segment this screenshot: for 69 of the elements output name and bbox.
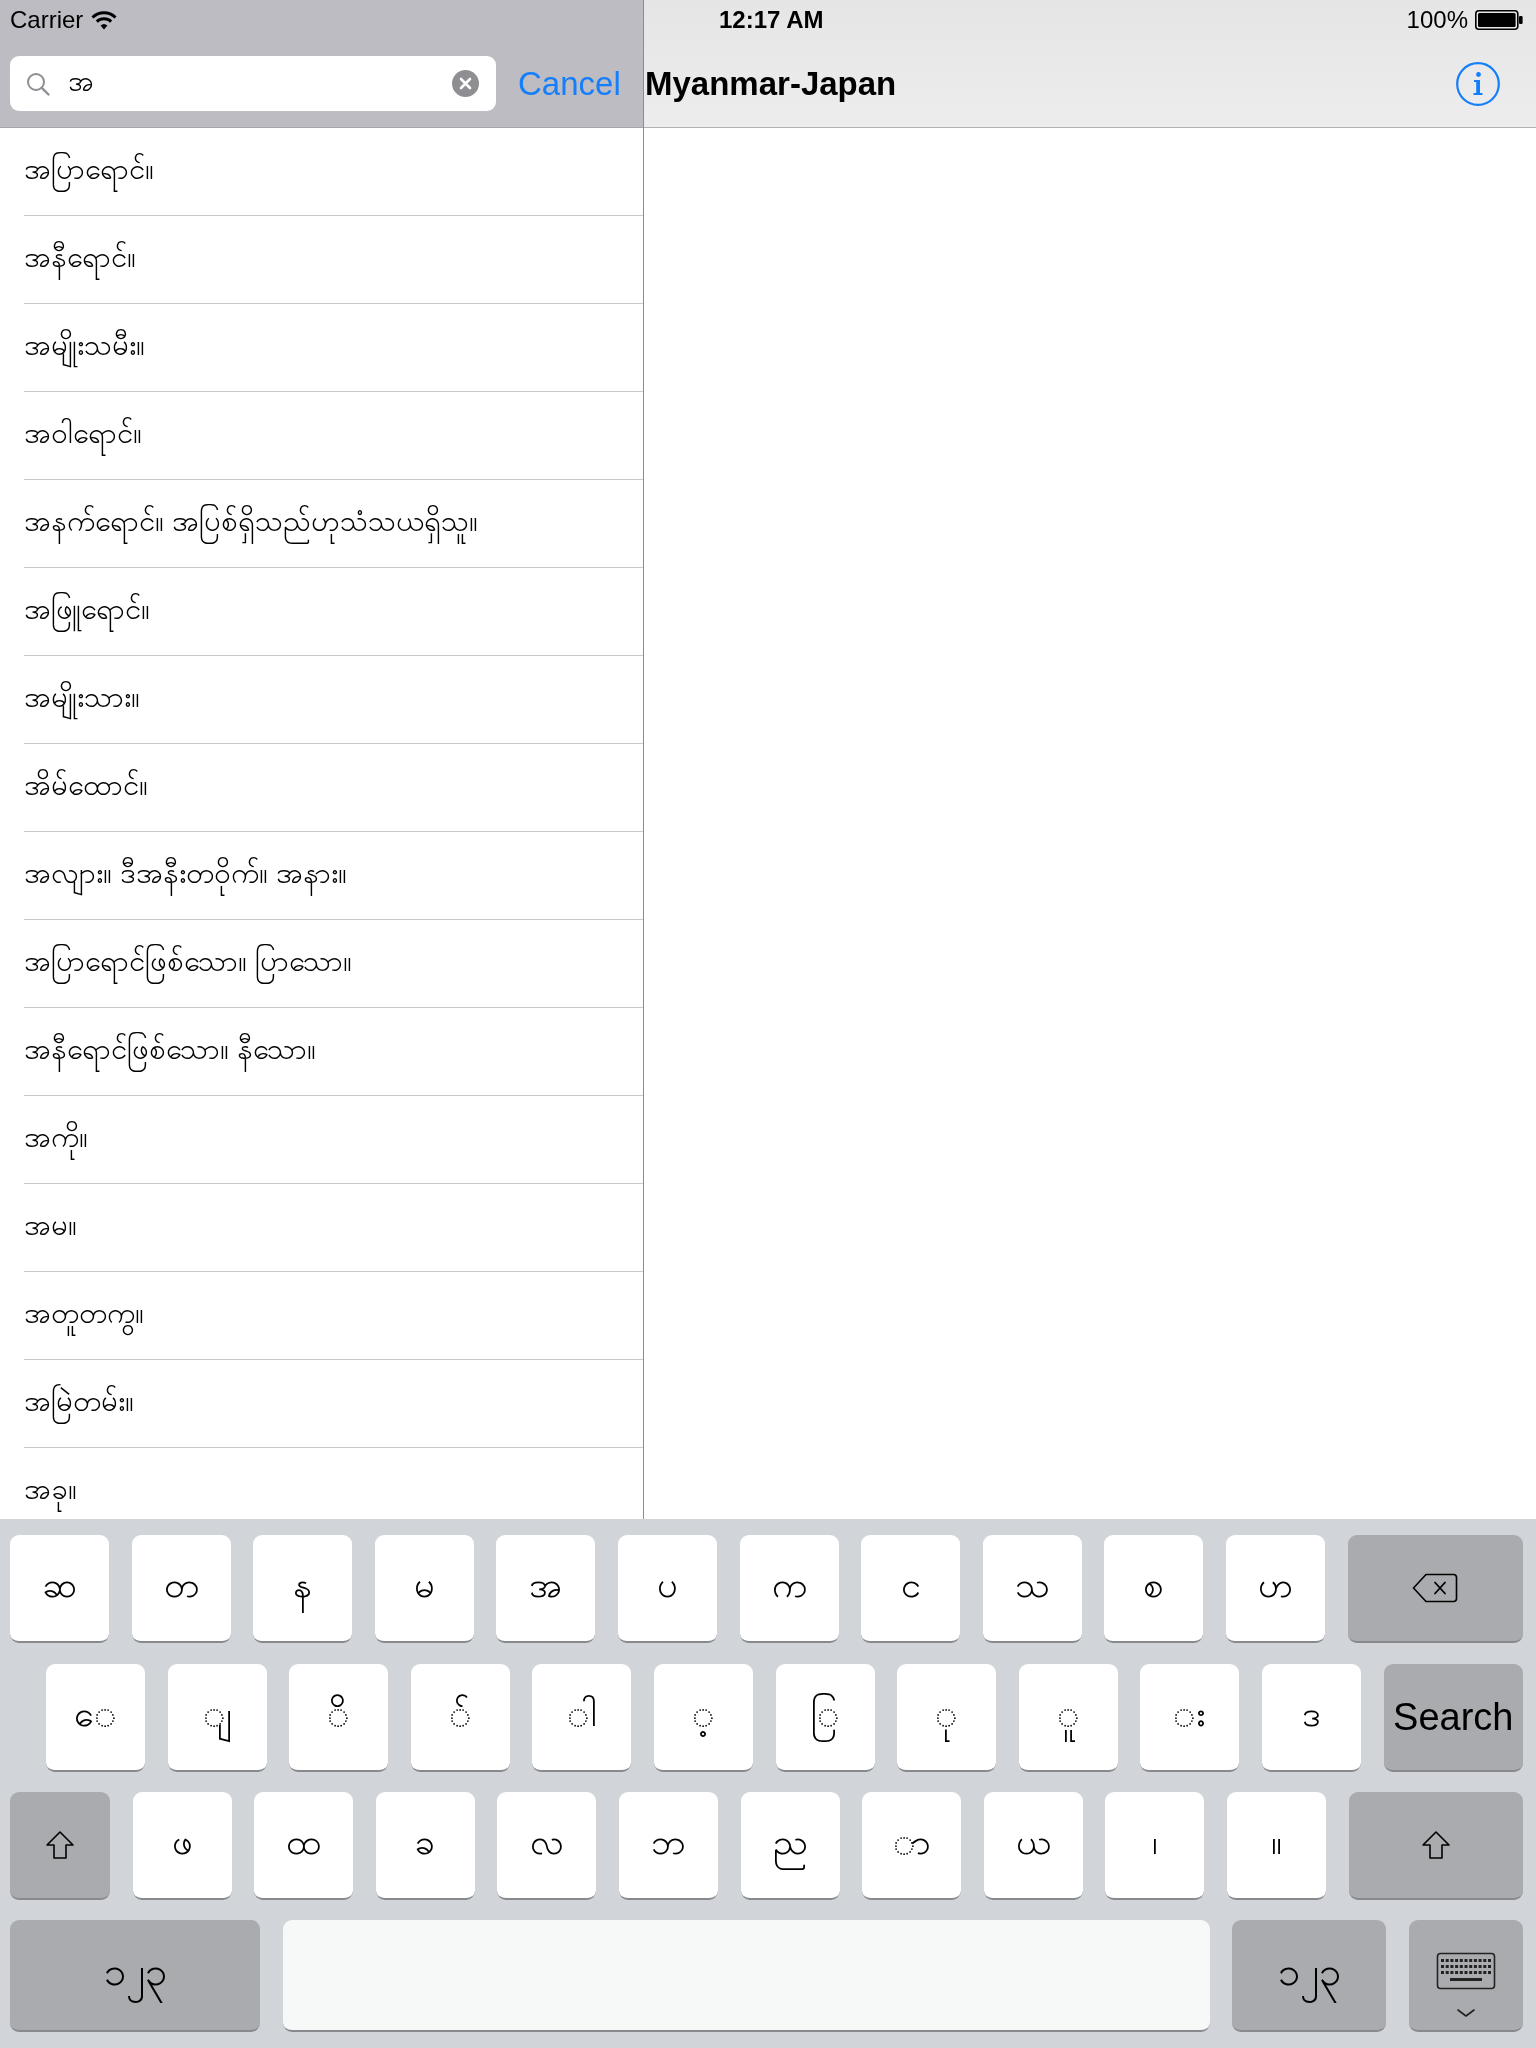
- list-item[interactable]: အမြဲတမ်း။: [24, 1360, 643, 1448]
- keyboard-key[interactable]: ာ: [862, 1792, 962, 1900]
- hide-keyboard-key[interactable]: [1409, 1920, 1523, 2032]
- keyboard-key[interactable]: တ: [131, 1535, 231, 1643]
- search-field[interactable]: အ: [10, 56, 496, 111]
- numbers-key[interactable]: ၁၂၃: [10, 1920, 260, 2032]
- keyboard-icon: [1436, 1952, 1496, 2018]
- list-item[interactable]: အဖြူရောင်။: [24, 568, 643, 656]
- keyboard-key[interactable]: ပ: [617, 1535, 717, 1643]
- shift-arrow-icon: [45, 1830, 75, 1860]
- numbers-key[interactable]: ၁၂၃: [1232, 1920, 1387, 2032]
- list-item[interactable]: အမျိုးသား။: [24, 656, 643, 744]
- keyboard-key[interactable]: အ: [496, 1535, 596, 1643]
- keyboard-key[interactable]: ဒ: [1261, 1664, 1361, 1772]
- keyboard-key[interactable]: ြ: [775, 1664, 875, 1772]
- keyboard-key[interactable]: ေ: [46, 1664, 145, 1772]
- list-item[interactable]: အလျား။ ဒီအနီးတဝိုက်။ အနား။: [24, 832, 643, 920]
- list-item[interactable]: အပြာရောင်ဖြစ်သော။ ပြာသော။: [24, 920, 643, 1008]
- keyboard-key[interactable]: သ: [982, 1535, 1082, 1643]
- keyboard-key[interactable]: ်: [410, 1664, 510, 1772]
- battery-icon: [1475, 10, 1523, 30]
- wifi-icon: [91, 10, 118, 30]
- carrier-label: Carrier: [10, 6, 84, 34]
- shift-key[interactable]: [1348, 1792, 1523, 1900]
- search-key[interactable]: Search: [1383, 1664, 1523, 1772]
- status-time: 12:17 AM: [719, 6, 824, 34]
- keyboard-key[interactable]: မ: [374, 1535, 474, 1643]
- list-item[interactable]: အကို။: [24, 1096, 643, 1184]
- keyboard-key[interactable]: ဟ: [1225, 1535, 1325, 1643]
- keyboard-key[interactable]: ူ: [1018, 1664, 1118, 1772]
- list-item[interactable]: အပြာရောင်။: [24, 128, 643, 216]
- list-item[interactable]: အမ။: [24, 1184, 643, 1272]
- nav-title: Myanmar-Japan: [645, 64, 897, 103]
- list-item[interactable]: အိမ်ထောင်။: [24, 744, 643, 832]
- list-item[interactable]: အနီရောင်ဖြစ်သော။ နီသော။: [24, 1008, 643, 1096]
- list-item[interactable]: အနက်ရောင်။ အပြစ်ရှိသည်ဟုသံသယရှိသူ။: [24, 480, 643, 568]
- battery-percent: 100%: [1406, 6, 1468, 34]
- keyboard-key[interactable]: ခ: [375, 1792, 475, 1900]
- keyboard-key[interactable]: ဖ: [132, 1792, 232, 1900]
- keyboard-key[interactable]: း: [1140, 1664, 1240, 1772]
- keyboard-key[interactable]: က: [739, 1535, 839, 1643]
- clear-icon[interactable]: [452, 70, 479, 97]
- keyboard-key[interactable]: ့: [653, 1664, 753, 1772]
- list-item[interactable]: အနီရောင်။: [24, 216, 643, 304]
- shift-arrow-icon: [1420, 1830, 1451, 1860]
- keyboard-key[interactable]: စ: [1104, 1535, 1204, 1643]
- keyboard-key[interactable]: င: [861, 1535, 961, 1643]
- list-item[interactable]: အမျိုးသမီး။: [24, 304, 643, 392]
- keyboard-key[interactable]: ိ: [289, 1664, 389, 1772]
- keyboard-key[interactable]: ါ: [532, 1664, 632, 1772]
- keyboard-key[interactable]: ။: [1226, 1792, 1326, 1900]
- keyboard-key[interactable]: ၊: [1105, 1792, 1205, 1900]
- list-item[interactable]: အတူတကွ။: [24, 1272, 643, 1360]
- search-icon: [26, 71, 50, 96]
- shift-key[interactable]: [10, 1792, 110, 1900]
- list-item[interactable]: အဝါရောင်။: [24, 392, 643, 480]
- info-icon[interactable]: [1456, 61, 1500, 106]
- keyboard-key[interactable]: ယ: [983, 1792, 1083, 1900]
- keyboard-key[interactable]: ည: [740, 1792, 840, 1900]
- keyboard-key[interactable]: ထ: [254, 1792, 354, 1900]
- space-bar[interactable]: [282, 1920, 1210, 2032]
- keyboard-key[interactable]: ဘ: [618, 1792, 718, 1900]
- keyboard-key[interactable]: ျ: [167, 1664, 267, 1772]
- keyboard-key[interactable]: ု: [897, 1664, 997, 1772]
- delete-key[interactable]: [1347, 1535, 1523, 1643]
- backspace-icon: [1412, 1573, 1459, 1603]
- keyboard-key[interactable]: လ: [497, 1792, 597, 1900]
- keyboard-key[interactable]: ဆ: [10, 1535, 109, 1643]
- keyboard-key[interactable]: န: [253, 1535, 353, 1643]
